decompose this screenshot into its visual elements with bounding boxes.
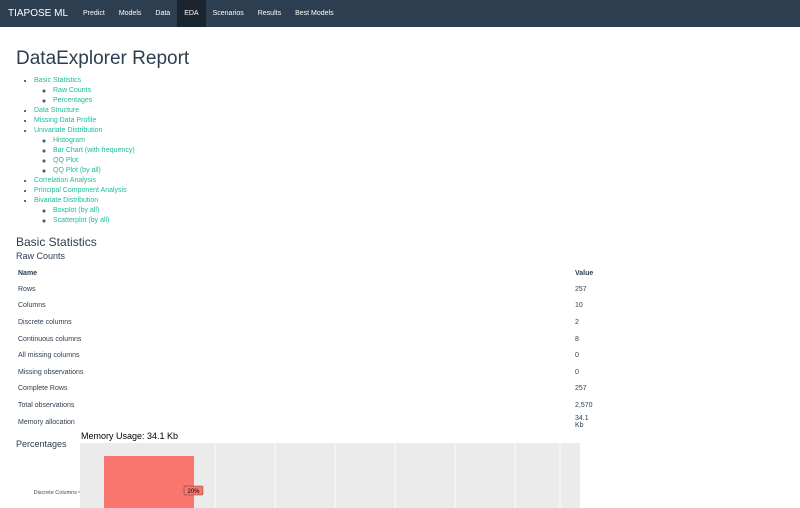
row-name: All missing columns bbox=[18, 352, 80, 360]
row-value: 10 bbox=[575, 302, 583, 310]
basic-statistics-heading: Basic Statistics bbox=[16, 235, 97, 249]
toc-link-basic-statistics[interactable]: Basic Statistics bbox=[34, 77, 81, 84]
table-row: Complete Rows 257 bbox=[16, 381, 598, 398]
row-name: Missing observations bbox=[18, 368, 84, 376]
data-label: 20% bbox=[187, 489, 200, 495]
toc-link-data-structure[interactable]: Data Structure bbox=[34, 107, 79, 114]
toc-link-qq-plot-by-all[interactable]: QQ Plot (by all) bbox=[53, 167, 101, 174]
nav-models[interactable]: Models bbox=[112, 0, 149, 27]
category-tick-label: Discrete Columns bbox=[34, 490, 78, 496]
toc-link-bar-chart[interactable]: Bar Chart (with frequency) bbox=[53, 147, 135, 154]
table-of-contents: Basic Statistics Raw Counts Percentages … bbox=[16, 76, 800, 226]
row-value: 0 bbox=[575, 368, 579, 376]
toc-link-missing-data-profile[interactable]: Missing Data Profile bbox=[34, 117, 96, 124]
toc-link-histogram[interactable]: Histogram bbox=[53, 137, 85, 144]
table-row: Continuous columns 8 bbox=[16, 331, 598, 348]
row-name: Continuous columns bbox=[18, 335, 82, 343]
table-row: All missing columns 0 bbox=[16, 347, 598, 364]
row-value: 2 bbox=[575, 318, 579, 326]
chart-title: Memory Usage: 34.1 Kb bbox=[81, 431, 178, 441]
toc-link-pca[interactable]: Principal Component Analysis bbox=[34, 187, 127, 194]
nav-data[interactable]: Data bbox=[148, 0, 177, 27]
table-row: Missing observations 0 bbox=[16, 364, 598, 381]
row-name: Discrete columns bbox=[18, 318, 72, 326]
nav-results[interactable]: Results bbox=[251, 0, 288, 27]
row-value: 257 bbox=[575, 285, 587, 293]
raw-counts-table: Name Value Rows 257 Columns 10 Discrete co… bbox=[16, 265, 598, 430]
column-header-value: Value bbox=[575, 269, 594, 277]
memory-usage-chart: Memory Usage: 34.1 Kb 20% Discrete Colum… bbox=[34, 431, 580, 508]
toc-link-bivariate-distribution[interactable]: Bivariate Distribution bbox=[34, 197, 98, 204]
nav-eda[interactable]: EDA bbox=[177, 0, 206, 27]
column-header-name: Name bbox=[18, 269, 38, 277]
row-name: Rows bbox=[18, 285, 36, 293]
table-header-row: Name Value bbox=[16, 265, 598, 281]
brand-logo[interactable]: TIAPOSE ML bbox=[8, 8, 68, 19]
row-value: 2,570 bbox=[575, 401, 593, 409]
table-row: Columns 10 bbox=[16, 298, 598, 315]
row-value: 257 bbox=[575, 385, 587, 393]
toc-link-univariate-distribution[interactable]: Univariate Distribution bbox=[34, 127, 102, 134]
table-row: Discrete columns 2 bbox=[16, 314, 598, 331]
report-title: DataExplorer Report bbox=[16, 48, 190, 69]
toc-item: Basic Statistics Raw Counts Percentages bbox=[34, 76, 800, 106]
table-row: Rows 257 bbox=[16, 281, 598, 298]
row-value: 0 bbox=[575, 352, 579, 360]
toc-link-raw-counts[interactable]: Raw Counts bbox=[53, 87, 91, 94]
toc-link-percentages[interactable]: Percentages bbox=[53, 97, 92, 104]
row-name: Total observations bbox=[18, 401, 75, 409]
bar-discrete-columns bbox=[104, 456, 194, 508]
report-content: DataExplorer Report Basic Statistics Raw… bbox=[0, 48, 800, 449]
toc-link-scatterplot-by-all[interactable]: Scatterplot (by all) bbox=[53, 217, 109, 224]
row-name: Complete Rows bbox=[18, 385, 68, 393]
raw-counts-heading: Raw Counts bbox=[16, 251, 66, 261]
row-name: Columns bbox=[18, 302, 46, 310]
top-navbar: TIAPOSE ML Predict Models Data EDA Scena… bbox=[0, 0, 800, 27]
row-value: 8 bbox=[575, 335, 579, 343]
nav-scenarios[interactable]: Scenarios bbox=[206, 0, 251, 27]
toc-link-correlation-analysis[interactable]: Correlation Analysis bbox=[34, 177, 96, 184]
nav-predict[interactable]: Predict bbox=[76, 0, 112, 27]
table-row: Total observations 2,570 bbox=[16, 397, 598, 414]
nav-best-models[interactable]: Best Models bbox=[288, 0, 341, 27]
chart-bars: 20% bbox=[104, 456, 204, 508]
toc-link-boxplot-by-all[interactable]: Boxplot (by all) bbox=[53, 207, 99, 214]
toc-link-qq-plot[interactable]: QQ Plot bbox=[53, 157, 78, 164]
